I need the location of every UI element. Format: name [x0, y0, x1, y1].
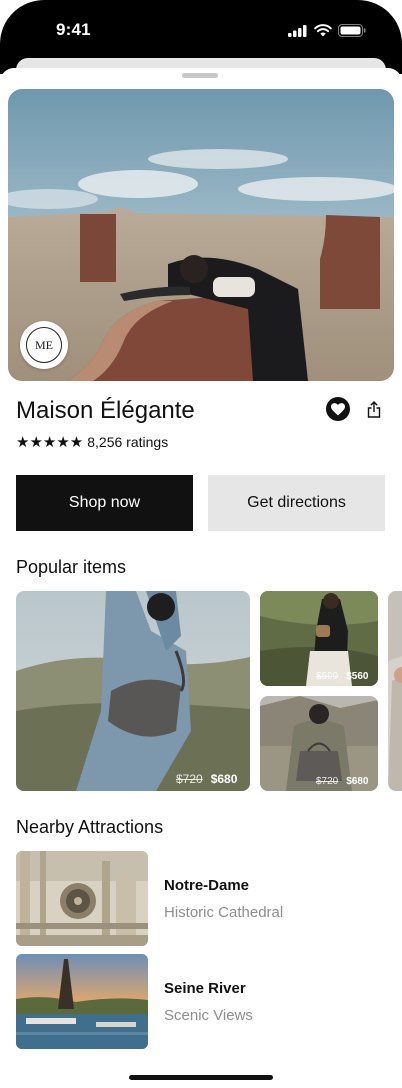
store-name: Maison Élégante — [16, 397, 195, 424]
sheet-grabber[interactable] — [182, 73, 218, 78]
attraction-subtitle: Scenic Views — [164, 1007, 253, 1024]
store-logo-badge: ME — [20, 321, 68, 369]
rating-count: 8,256 ratings — [87, 434, 169, 450]
sale-price: $680 — [210, 772, 238, 786]
status-time: 9:41 — [56, 20, 91, 39]
share-icon — [367, 400, 381, 418]
product-image — [388, 591, 402, 791]
system-icons — [288, 24, 366, 37]
shop-now-button[interactable]: Shop now — [16, 475, 193, 531]
rating-stars: ★★★★★ — [16, 434, 84, 451]
sale-price: $560 — [346, 671, 369, 682]
popular-items-heading: Popular items — [16, 557, 127, 577]
favorite-button[interactable] — [326, 397, 350, 421]
popular-item-card-partial[interactable] — [388, 591, 402, 791]
popular-item-card[interactable]: $590 $560 — [260, 591, 378, 686]
attraction-name[interactable]: Seine River — [164, 980, 246, 997]
attraction-name[interactable]: Notre-Dame — [164, 877, 249, 894]
price-tag: $720 $680 — [176, 772, 237, 786]
cellular-signal-icon — [288, 24, 307, 37]
original-price: $720 — [176, 772, 203, 786]
price-tag: $590 $560 — [316, 671, 369, 682]
original-price: $720 — [316, 776, 339, 787]
share-button[interactable] — [364, 399, 384, 419]
attraction-image[interactable] — [16, 851, 148, 946]
store-logo: ME — [26, 327, 62, 363]
product-image — [16, 591, 250, 791]
nearby-attractions-heading: Nearby Attractions — [16, 817, 164, 837]
price-tag: $720 $680 — [316, 776, 369, 787]
rating-row: ★★★★★ 8,256 ratings — [16, 433, 168, 451]
wifi-icon — [314, 24, 332, 37]
get-directions-button[interactable]: Get directions — [208, 475, 385, 531]
sale-price: $680 — [346, 776, 369, 787]
home-indicator[interactable] — [129, 1075, 273, 1080]
popular-item-card[interactable]: $720 $680 — [260, 696, 378, 791]
original-price: $590 — [316, 671, 339, 682]
attraction-subtitle: Historic Cathedral — [164, 904, 284, 921]
heart-icon — [331, 402, 345, 415]
battery-icon — [338, 24, 366, 37]
attraction-image[interactable] — [16, 954, 148, 1049]
popular-item-card[interactable]: $720 $680 — [16, 591, 250, 791]
